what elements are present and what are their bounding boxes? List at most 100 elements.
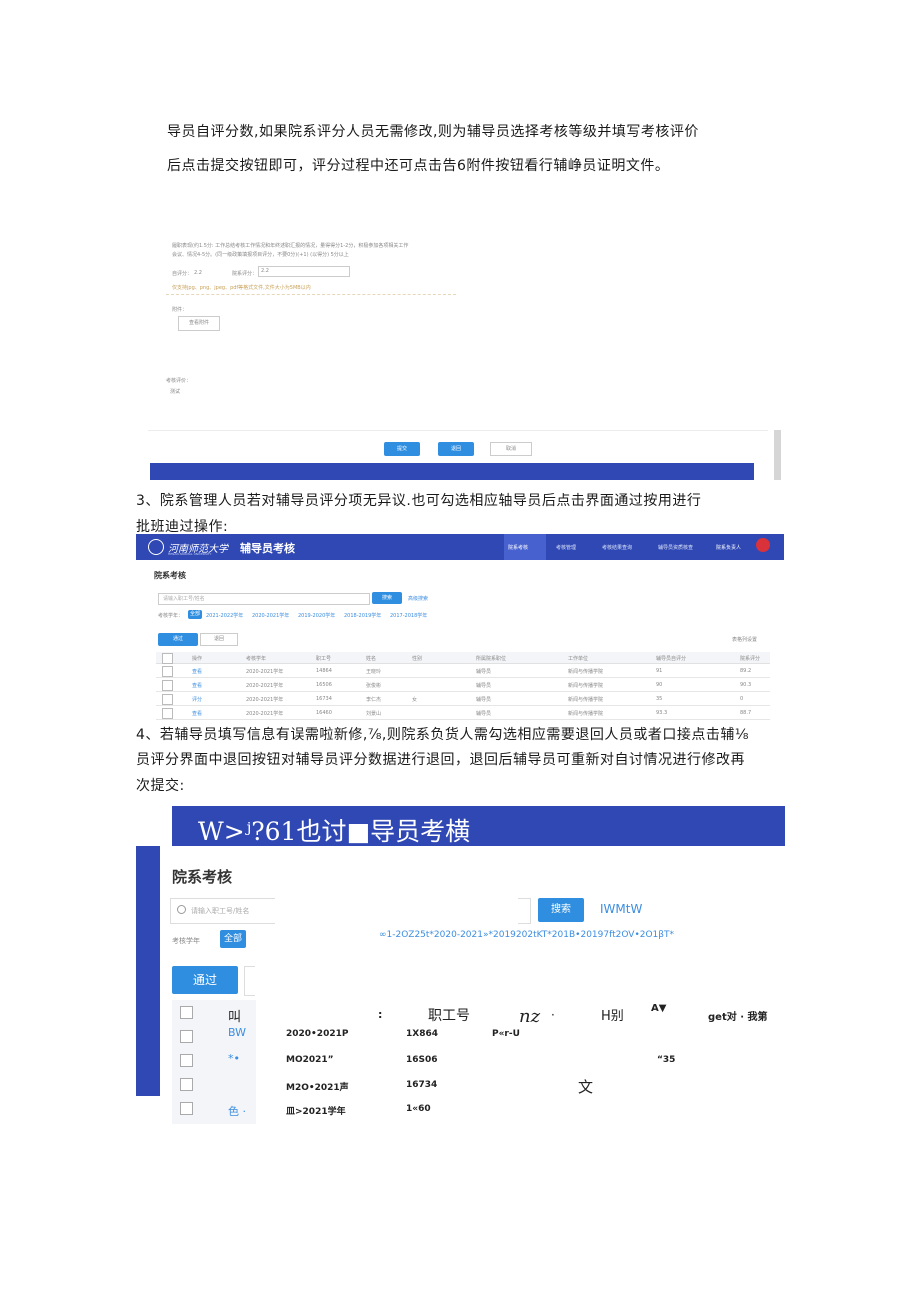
zoomed-year-label: 考核学年 [172,937,200,945]
year-filter-2018[interactable]: 2018-2019学年 [344,612,381,619]
row-self-score: 91 [656,668,663,674]
zoomed-header-gender: H别 [601,1009,624,1024]
zoomed-years-line[interactable]: ∞1-2OZ25t*2020-2021»*2019202tKT*201B•201… [379,930,674,940]
nav-dept-review[interactable]: 院系考核 [508,544,528,551]
paragraph-4-line-2: 员评分界面中退回按钮对辅导员评分数据进行退回，退回后辅导员可重新对自讨情况进行修… [136,752,745,768]
cancel-button[interactable]: 取消 [490,442,532,456]
row-year: 2020-2021学年 [246,683,284,689]
return-button[interactable]: 退回 [438,442,474,456]
column-settings-link[interactable]: 表格列设置 [732,636,757,643]
zoomed-row-staff-id: 16S06 [406,1055,438,1065]
app-header: 河南师范大学 HENAN NORMAL UNIVERSITY 辅导员考核 院系考… [136,534,784,560]
zoomed-header-7: A▼ [651,1003,667,1014]
scrollbar[interactable] [774,430,781,480]
row-unit: 新闻与传播学院 [568,711,604,717]
zoomed-search-button[interactable]: 搜索 [538,898,584,922]
evaluation-value[interactable]: 测试 [170,388,180,395]
year-filter-2017[interactable]: 2017-2018学年 [390,612,427,619]
pass-button[interactable]: 通过 [158,633,198,646]
zoomed-row-checkbox[interactable] [180,1030,193,1043]
row-action-link[interactable]: 查看 [192,710,202,717]
nav-qualification-check[interactable]: 辅导员资质核查 [658,544,693,551]
row-unit: 新闻与传播学院 [568,697,604,703]
search-input-end [518,898,531,924]
search-input[interactable]: 请输入职工号/姓名 [158,593,370,605]
row-action-link[interactable]: 查看 [192,682,202,689]
row-checkbox[interactable] [162,694,173,705]
select-all-checkbox[interactable] [162,653,173,664]
year-filter-2019[interactable]: 2019-2020学年 [298,612,335,619]
row-dept-score: 90.3 [740,682,752,688]
row-action-link[interactable]: 查看 [192,668,202,675]
row-name: 王晓玲 [366,669,382,675]
scoring-form-screenshot: 履职表现(约1.5分: 工作总结考核工作情况和年终述职汇报的情况，量得得分1-2… [148,228,784,480]
nav-review-management[interactable]: 考核管理 [556,544,576,551]
view-attachment-button[interactable]: 查看附件 [178,316,220,331]
self-score-label: 自评分： [172,271,193,277]
row-self-score: 35 [656,696,663,702]
zoomed-row-year: MO2021” [286,1055,334,1065]
zoomed-advanced-link[interactable]: IWMtW [600,902,642,916]
row-action-link[interactable]: 评分 [192,696,202,703]
table-row: 评分 2020-2021学年 16734 李仁杰 女 辅导员 新闻与传播学院 3… [156,692,770,706]
zoomed-header-2: : [378,1008,383,1021]
blue-footer-bar [150,463,754,480]
zoomed-row-action[interactable]: BW [228,1026,246,1039]
zoomed-row-checkbox[interactable] [180,1078,193,1091]
row-staff-id: 16460 [316,710,332,716]
reject-button[interactable]: 退回 [200,633,238,646]
zoomed-row-checkbox[interactable] [180,1102,193,1115]
row-self-score: 90 [656,682,663,688]
search-button[interactable]: 搜索 [372,592,402,604]
zoomed-pass-button[interactable]: 通过 [172,966,238,994]
dept-score-input[interactable]: 2.2 [258,266,350,277]
zoomed-select-all-checkbox[interactable] [180,1006,193,1019]
upload-hint: 仅支持jpg、png、jpeg、pdf等格式文件,文件大小为5MB以内 [172,285,311,291]
row-name: 张俊彬 [366,683,382,689]
zoomed-all-chip[interactable]: 全部 [220,930,246,948]
row-dept-score: 89.2 [740,668,752,674]
dept-review-screenshot: 河南师范大学 HENAN NORMAL UNIVERSITY 辅导员考核 院系考… [136,534,784,720]
zoomed-row-action[interactable]: *• [228,1052,240,1065]
zoomed-row-staff-id: 1X864 [406,1029,438,1039]
zoomed-reject-button-edge[interactable] [244,966,255,996]
divider [166,294,456,295]
year-filter-2021[interactable]: 2021-2022学年 [206,612,243,619]
user-avatar[interactable] [756,538,770,552]
zoomed-row-extra: 文 [578,1078,594,1096]
year-filter-label: 考核学年： [158,613,184,619]
zoomed-row-year: 皿>2021学年 [286,1107,346,1117]
row-name: 李仁杰 [366,697,382,703]
submit-button[interactable]: 提交 [384,442,420,456]
zoomed-row-action[interactable]: 色 · [228,1103,246,1119]
advanced-search-link[interactable]: 高级搜索 [408,595,428,602]
row-unit: 新闻与传播学院 [568,683,604,689]
row-checkbox[interactable] [162,666,173,677]
nav-result-query[interactable]: 考核结果查询 [602,544,632,551]
row-self-score: 93.3 [656,710,668,716]
year-filter-all[interactable]: 全部 [188,610,202,619]
zoomed-search-input[interactable]: 请输入职工号/姓名 [170,898,275,924]
user-menu[interactable]: 院系负责人 [716,544,741,551]
paragraph-4-line-3: 次提交: [136,778,185,794]
zoomed-row-staff-id: 1«60 [406,1104,431,1114]
zoomed-row-year: M2O•2021声 [286,1083,349,1093]
search-icon [177,905,186,914]
table-header: 操作 考核学年 职工号 姓名 性别 所属院系职位 工作单位 辅导员自评分 院系评… [156,652,770,664]
zoomed-header-8: get对 · 我第 [708,1012,768,1023]
col-unit: 工作单位 [568,656,589,662]
self-score-value: 2.2 [194,270,202,276]
table-row: 查看 2020-2021学年 16506 张俊彬 辅导员 新闻与传播学院 90 … [156,678,770,692]
col-gender: 性别 [412,656,423,662]
zoomed-search-placeholder: 请输入职工号/姓名 [191,907,250,915]
row-position: 辅导员 [476,669,492,675]
col-action: 操作 [192,656,203,662]
zoomed-row-checkbox[interactable] [180,1054,193,1067]
row-gender: 女 [412,697,418,703]
year-filter-2020[interactable]: 2020-2021学年 [252,612,289,619]
row-checkbox[interactable] [162,680,173,691]
col-staff-id: 职工号 [316,656,332,662]
zoomed-header-5: · [551,1008,555,1022]
paragraph-1-line-2: 后点击提交按钮即可，评分过程中还可点击告6附件按钮看行辅峥员证明文件。 [167,158,670,174]
row-checkbox[interactable] [162,708,173,719]
